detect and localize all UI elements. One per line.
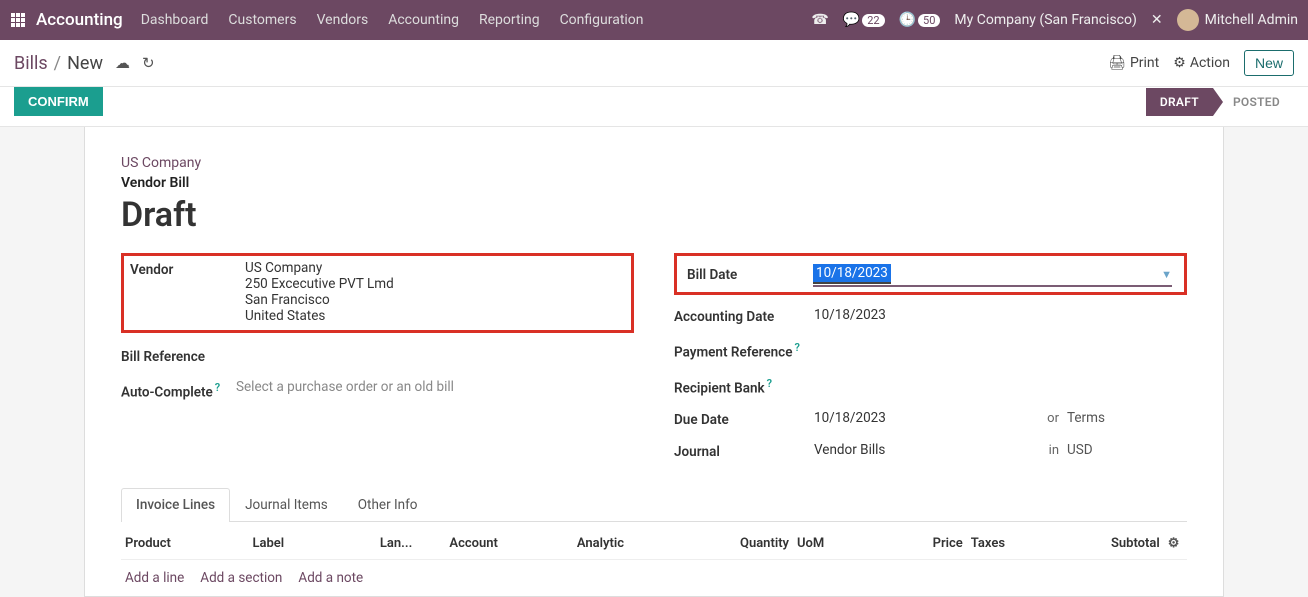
col-label[interactable]: Label bbox=[248, 528, 375, 560]
app-brand[interactable]: Accounting bbox=[36, 10, 123, 30]
add-line-link[interactable]: Add a line bbox=[125, 570, 184, 586]
payment-reference-label: Payment Reference? bbox=[674, 339, 814, 361]
bill-reference-label: Bill Reference bbox=[121, 347, 236, 365]
breadcrumb-parent[interactable]: Bills bbox=[14, 53, 48, 74]
due-date-field[interactable]: 10/18/2023 bbox=[814, 410, 1039, 426]
breadcrumb: Bills / New bbox=[14, 53, 103, 74]
stage-posted[interactable]: POSTED bbox=[1213, 88, 1294, 116]
user-menu[interactable]: Mitchell Admin bbox=[1177, 9, 1298, 31]
discard-icon[interactable]: ↻ bbox=[142, 54, 155, 72]
col-price[interactable]: Price bbox=[874, 528, 967, 560]
nav-dashboard[interactable]: Dashboard bbox=[141, 12, 209, 28]
action-button[interactable]: ⚙ Action bbox=[1173, 55, 1230, 71]
journal-field[interactable]: Vendor Bills bbox=[814, 442, 1041, 458]
bill-date-field[interactable]: 10/18/2023 bbox=[813, 264, 891, 284]
bill-date-label: Bill Date bbox=[687, 265, 813, 283]
add-section-link[interactable]: Add a section bbox=[200, 570, 282, 586]
nav-reporting[interactable]: Reporting bbox=[479, 12, 540, 28]
page-title: Draft bbox=[121, 195, 1187, 235]
avatar bbox=[1177, 9, 1199, 31]
print-button[interactable]: 🖨 Print bbox=[1108, 55, 1159, 71]
messages-icon[interactable]: 💬22 bbox=[843, 12, 885, 28]
tab-invoice-lines[interactable]: Invoice Lines bbox=[121, 488, 230, 522]
nav-configuration[interactable]: Configuration bbox=[560, 12, 644, 28]
tab-journal-items[interactable]: Journal Items bbox=[230, 488, 343, 521]
accounting-date-field[interactable]: 10/18/2023 bbox=[814, 307, 1187, 323]
vendor-value[interactable]: US Company 250 Excecutive PVT Lmd San Fr… bbox=[245, 260, 625, 324]
chevron-down-icon[interactable]: ▼ bbox=[1161, 268, 1172, 281]
tab-other-info[interactable]: Other Info bbox=[343, 488, 433, 521]
doc-type: Vendor Bill bbox=[121, 175, 1187, 191]
add-note-link[interactable]: Add a note bbox=[298, 570, 363, 586]
col-quantity[interactable]: Quantity bbox=[700, 528, 793, 560]
nav-accounting[interactable]: Accounting bbox=[388, 12, 459, 28]
clock-icon[interactable]: 🕒50 bbox=[899, 12, 941, 28]
auto-complete-field[interactable]: Select a purchase order or an old bill bbox=[236, 379, 634, 395]
col-product[interactable]: Product bbox=[121, 528, 248, 560]
tools-icon[interactable]: ✕ bbox=[1151, 12, 1163, 28]
vendor-label: Vendor bbox=[130, 260, 245, 278]
phone-icon[interactable]: ☎ bbox=[811, 12, 828, 28]
apps-icon[interactable] bbox=[10, 12, 26, 28]
nav-vendors[interactable]: Vendors bbox=[317, 12, 369, 28]
confirm-button[interactable]: CONFIRM bbox=[14, 87, 103, 116]
company-link[interactable]: US Company bbox=[121, 155, 1187, 171]
col-uom[interactable]: UoM bbox=[793, 528, 874, 560]
due-date-label: Due Date bbox=[674, 410, 814, 428]
new-button[interactable]: New bbox=[1244, 50, 1294, 76]
auto-complete-label: Auto-Complete? bbox=[121, 379, 236, 401]
breadcrumb-current: New bbox=[67, 53, 103, 74]
table-row: Add a line Add a section Add a note bbox=[121, 560, 1187, 597]
journal-label: Journal bbox=[674, 442, 814, 460]
stage-draft[interactable]: DRAFT bbox=[1146, 88, 1213, 116]
accounting-date-label: Accounting Date bbox=[674, 307, 814, 325]
recipient-bank-label: Recipient Bank? bbox=[674, 375, 814, 397]
nav-customers[interactable]: Customers bbox=[228, 12, 296, 28]
terms-field[interactable]: Terms bbox=[1067, 410, 1187, 426]
company-switcher[interactable]: My Company (San Francisco) bbox=[954, 12, 1136, 28]
cloud-save-icon[interactable]: ☁ bbox=[115, 54, 130, 72]
col-analytic[interactable]: Analytic bbox=[573, 528, 700, 560]
col-taxes[interactable]: Taxes bbox=[967, 528, 1060, 560]
col-subtotal[interactable]: Subtotal bbox=[1059, 528, 1163, 560]
gear-icon[interactable]: ⚙ bbox=[1168, 536, 1180, 551]
currency-field[interactable]: USD bbox=[1067, 442, 1187, 458]
col-account[interactable]: Account bbox=[445, 528, 572, 560]
col-lan[interactable]: Lan... bbox=[376, 528, 446, 560]
